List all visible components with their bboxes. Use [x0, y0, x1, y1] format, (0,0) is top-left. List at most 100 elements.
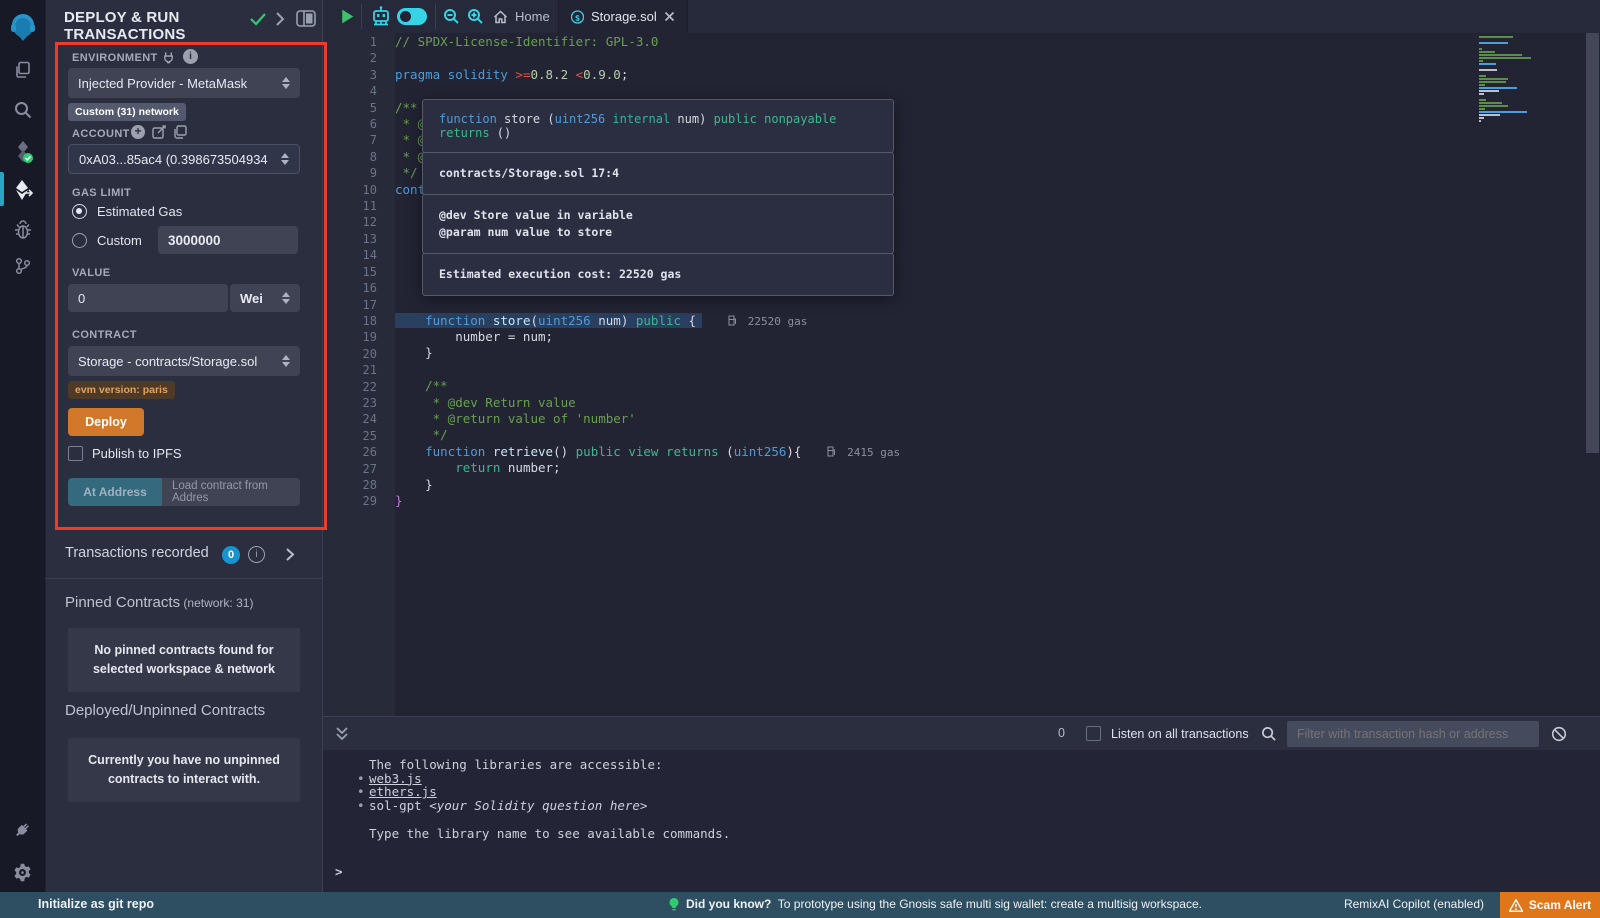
line-number: 26 [323, 444, 395, 460]
line-number: 20 [323, 346, 395, 362]
network-badge: Custom (31) network [68, 103, 186, 121]
value-input[interactable]: 0 [68, 284, 228, 312]
line-number: 28 [323, 477, 395, 493]
line-number: 12 [323, 214, 395, 230]
code-line: number = num; [395, 329, 1515, 345]
contract-value: Storage - contracts/Storage.sol [78, 354, 257, 369]
line-number: 4 [323, 83, 395, 99]
editor-area: Home Storage.sol 12345678910111213141516… [322, 0, 1600, 892]
minimap[interactable] [1479, 36, 1557, 123]
home-icon [493, 10, 508, 24]
remix-logo-icon[interactable] [0, 8, 45, 48]
line-number-gutter: 1234567891011121314151617181920212223242… [323, 33, 395, 716]
terminal-lines: The following libraries are accessible:•… [357, 758, 730, 840]
code-line: } [395, 477, 1515, 493]
custom-gas-radio[interactable] [72, 233, 87, 248]
code-line: } [395, 345, 1515, 361]
run-script-icon[interactable] [339, 8, 356, 25]
clear-console-icon[interactable] [1551, 726, 1567, 742]
settings-gear-icon[interactable] [0, 854, 45, 890]
debugger-icon[interactable] [0, 212, 45, 248]
env-check-icon [249, 12, 267, 26]
code-line: function retrieve() public view returns … [395, 444, 1515, 460]
custom-gas-input[interactable]: 3000000 [158, 226, 298, 254]
env-info-icon[interactable]: i [183, 49, 198, 64]
divider [361, 4, 362, 29]
line-number: 15 [323, 264, 395, 280]
file-explorer-icon[interactable] [0, 52, 45, 88]
collapse-terminal-icon[interactable] [335, 726, 349, 742]
copy-account-icon[interactable] [173, 125, 187, 139]
tab-home-label: Home [515, 9, 550, 24]
environment-label: ENVIRONMENT [72, 52, 158, 64]
zoom-out-icon[interactable] [443, 8, 460, 25]
line-number: 6 [323, 116, 395, 132]
transaction-filter-input[interactable] [1287, 721, 1539, 747]
chevron-updown-icon [282, 77, 290, 89]
line-number: 19 [323, 329, 395, 345]
custom-gas-value: 3000000 [168, 233, 221, 248]
tab-storage-label: Storage.sol [591, 9, 657, 24]
copilot-status[interactable]: RemixAI Copilot (enabled) [1344, 897, 1484, 911]
line-number: 8 [323, 149, 395, 165]
code-line: */ [395, 427, 1515, 443]
terminal-line: •sol-gpt <your Solidity question here> [357, 799, 730, 813]
at-address-input[interactable]: Load contract from Addres [162, 478, 300, 506]
at-address-button[interactable]: At Address [68, 478, 162, 506]
account-value: 0xA03...85ac4 (0.398673504934 [79, 152, 268, 167]
line-number: 9 [323, 165, 395, 181]
listen-transactions-checkbox[interactable] [1086, 726, 1101, 741]
git-init-button[interactable]: Initialize as git repo [38, 897, 154, 911]
close-tab-icon[interactable] [664, 11, 675, 22]
contract-label: CONTRACT [72, 329, 137, 341]
git-icon[interactable] [0, 248, 45, 284]
transactions-info-icon[interactable]: i [248, 546, 265, 563]
line-number: 21 [323, 362, 395, 378]
publish-ipfs-checkbox[interactable] [68, 446, 83, 461]
value-unit-select[interactable]: Wei [230, 284, 300, 312]
tooltip-signature: function store (uint256 internal num) pu… [422, 99, 894, 153]
search-icon[interactable] [0, 92, 45, 128]
tab-home[interactable]: Home [481, 0, 562, 33]
terminal-output[interactable]: The following libraries are accessible:•… [323, 750, 1600, 892]
code-line: pragma solidity >=0.8.2 <0.9.0; [395, 67, 1515, 83]
scam-alert-button[interactable]: Scam Alert [1500, 892, 1600, 918]
tab-storage-sol[interactable]: Storage.sol [558, 0, 688, 33]
plugin-manager-icon[interactable] [0, 812, 45, 848]
panel-forward-icon[interactable] [274, 11, 286, 27]
line-number: 24 [323, 411, 395, 427]
account-select[interactable]: 0xA03...85ac4 (0.398673504934 [68, 144, 300, 174]
remixai-robot-icon[interactable] [369, 5, 393, 29]
env-plug-icon[interactable] [162, 50, 175, 64]
panel-title: DEPLOY & RUN TRANSACTIONS [64, 9, 234, 44]
deploy-and-run-icon[interactable] [0, 172, 45, 208]
contract-select[interactable]: Storage - contracts/Storage.sol [68, 346, 300, 376]
account-label: ACCOUNT [72, 128, 130, 140]
transactions-count-badge: 0 [222, 546, 240, 564]
terminal-search-icon[interactable] [1261, 726, 1277, 742]
transactions-expand-icon[interactable] [285, 547, 295, 562]
gas-estimate-annotation: 22520 gas [728, 315, 807, 328]
pin-panel-icon[interactable] [296, 10, 316, 28]
gas-limit-label: GAS LIMIT [72, 187, 131, 199]
copilot-toggle[interactable] [397, 8, 427, 25]
editor-scrollbar[interactable] [1586, 33, 1599, 453]
estimated-gas-radio[interactable] [72, 204, 87, 219]
code-line: /** [395, 378, 1515, 394]
terminal-prompt[interactable]: > [335, 864, 343, 879]
line-number: 5 [323, 100, 395, 116]
terminal-line: Type the library name to see available c… [357, 827, 730, 841]
code-line: // SPDX-License-Identifier: GPL-3.0 [395, 34, 1515, 50]
icon-sidebar [0, 0, 45, 892]
editor-tabbar: Home Storage.sol [323, 0, 1600, 33]
solidity-file-icon [571, 10, 584, 24]
add-account-icon[interactable]: + [131, 125, 145, 139]
chevron-updown-icon [281, 153, 289, 165]
code-line: * @return value of 'number' [395, 411, 1515, 427]
environment-select[interactable]: Injected Provider - MetaMask [68, 68, 300, 98]
sign-message-icon[interactable] [152, 125, 166, 139]
value-amount: 0 [78, 291, 85, 306]
deploy-button[interactable]: Deploy [68, 408, 144, 436]
solidity-compiler-icon[interactable] [0, 134, 45, 170]
code-line: return number; [395, 460, 1515, 476]
